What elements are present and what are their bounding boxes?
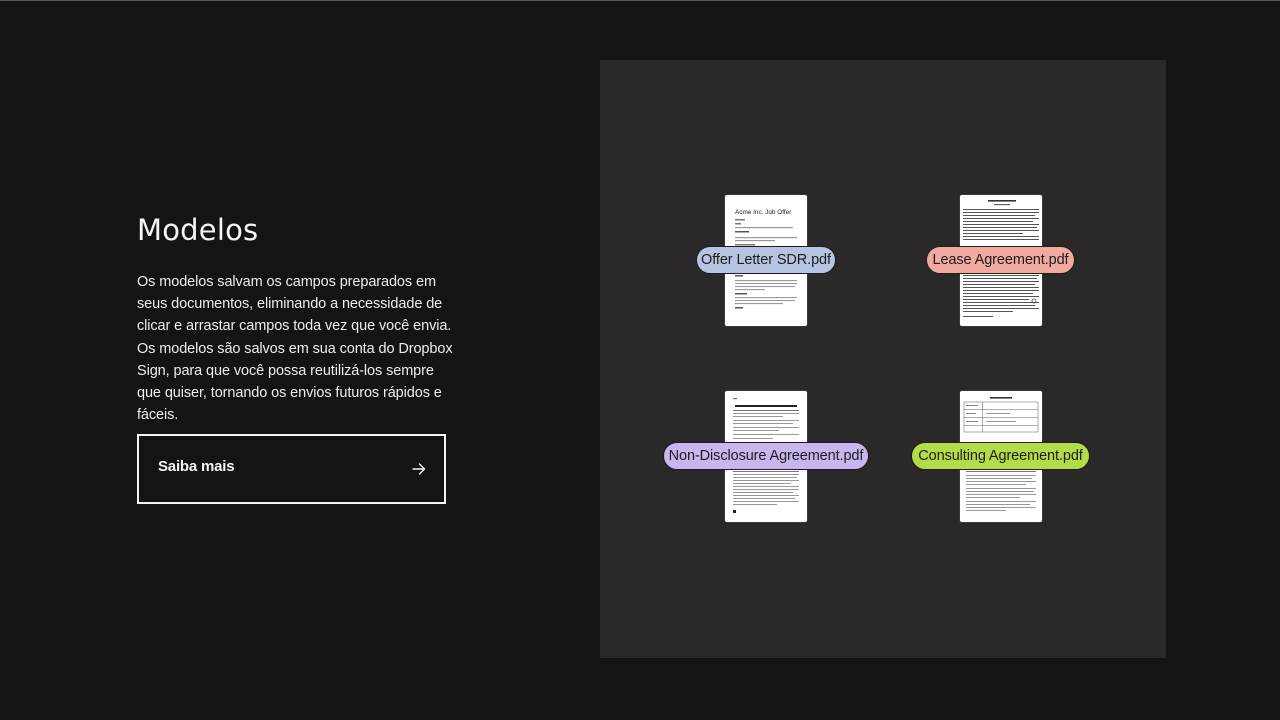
- template-file-name: Offer Letter SDR.pdf: [701, 252, 831, 268]
- arrow-right-icon: [412, 463, 426, 475]
- section-description: Os modelos salvam os campos preparados e…: [137, 274, 453, 424]
- learn-more-label: Saiba mais: [158, 458, 235, 475]
- template-file-name: Consulting Agreement.pdf: [918, 448, 1083, 464]
- section-title: Modelos: [137, 213, 259, 247]
- template-file-pill-consulting[interactable]: Consulting Agreement.pdf: [911, 442, 1090, 470]
- template-file-name: Non-Disclosure Agreement.pdf: [668, 448, 864, 464]
- templates-illustration-panel: Acme Inc. Job Offer Offer Letter SDR.pdf…: [600, 60, 1166, 658]
- top-divider: [0, 0, 1280, 1]
- template-file-name: Lease Agreement.pdf: [932, 252, 1069, 268]
- offer-letter-preview-heading: Acme Inc. Job Offer: [735, 209, 792, 216]
- learn-more-button[interactable]: Saiba mais: [137, 434, 446, 504]
- template-file-pill-nda[interactable]: Non-Disclosure Agreement.pdf: [663, 442, 869, 470]
- template-file-pill-lease[interactable]: Lease Agreement.pdf: [926, 246, 1075, 274]
- template-file-pill-offer-letter[interactable]: Offer Letter SDR.pdf: [696, 246, 836, 274]
